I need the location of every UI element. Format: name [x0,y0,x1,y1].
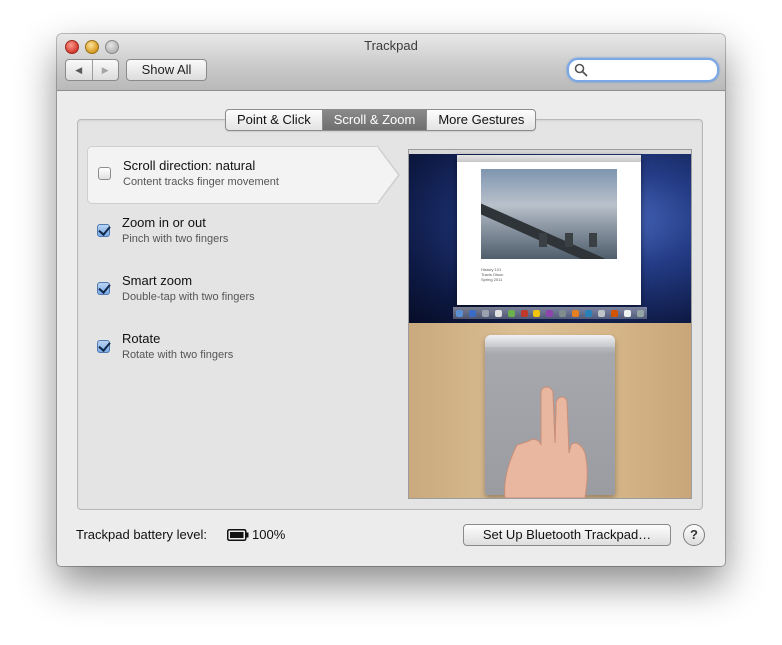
smart-zoom-checkbox[interactable] [97,282,110,295]
tab-scroll-and-zoom[interactable]: Scroll & Zoom [321,110,427,130]
option-title: Smart zoom [122,273,193,288]
gesture-preview-video: History 101 Travis Olson Spring 2011 [408,149,692,499]
battery-level-label: Trackpad battery level: [76,527,208,542]
back-arrow-icon[interactable]: ◀ [66,60,92,80]
option-subtitle: Double-tap with two fingers [122,291,255,303]
selection-arrow [377,146,400,204]
preview-screen: History 101 Travis Olson Spring 2011 [409,150,691,323]
option-rotate[interactable]: Rotate Rotate with two fingers [87,320,387,378]
search-icon [574,63,588,77]
option-title: Rotate [122,331,161,346]
rotate-checkbox[interactable] [97,340,110,353]
option-title: Scroll direction: natural [123,158,256,173]
back-forward-control: ◀ ▶ [65,59,119,81]
battery-level-value: 100% [252,527,286,542]
title-bar: Trackpad ◀ ▶ Show All [57,34,725,91]
bridge-photo [481,169,617,259]
option-smart-zoom[interactable]: Smart zoom Double-tap with two fingers [87,262,387,320]
preview-desk [409,323,691,498]
window-title: Trackpad [364,38,418,53]
tab-point-and-click[interactable]: Point & Click [226,110,322,130]
show-all-button[interactable]: Show All [126,59,207,81]
preview-document-window: History 101 Travis Olson Spring 2011 [457,155,641,305]
option-zoom-in-out[interactable]: Zoom in or out Pinch with two fingers [87,204,387,262]
scroll-direction-checkbox[interactable] [98,167,111,180]
option-subtitle: Rotate with two fingers [122,349,234,361]
search-input[interactable] [567,58,719,82]
trackpad-preferences-window: Trackpad ◀ ▶ Show All Point & Click Scro… [57,34,725,566]
tab-more-gestures[interactable]: More Gestures [426,110,535,130]
hand-icon [504,386,588,498]
preview-menubar [409,150,691,154]
zoom-in-out-checkbox[interactable] [97,224,110,237]
preview-dock [453,307,647,319]
option-subtitle: Pinch with two fingers [122,233,229,245]
option-scroll-direction[interactable]: Scroll direction: natural Content tracks… [87,146,400,204]
tab-bar: Point & Click Scroll & Zoom More Gesture… [225,109,537,131]
help-button[interactable]: ? [683,524,705,546]
option-title: Zoom in or out [122,215,206,230]
option-subtitle: Content tracks finger movement [123,176,279,188]
battery-icon [227,529,249,541]
set-up-bluetooth-trackpad-button[interactable]: Set Up Bluetooth Trackpad… [463,524,671,546]
forward-arrow-icon[interactable]: ▶ [91,60,119,80]
preview-document-text: History 101 Travis Olson Spring 2011 [481,267,504,282]
